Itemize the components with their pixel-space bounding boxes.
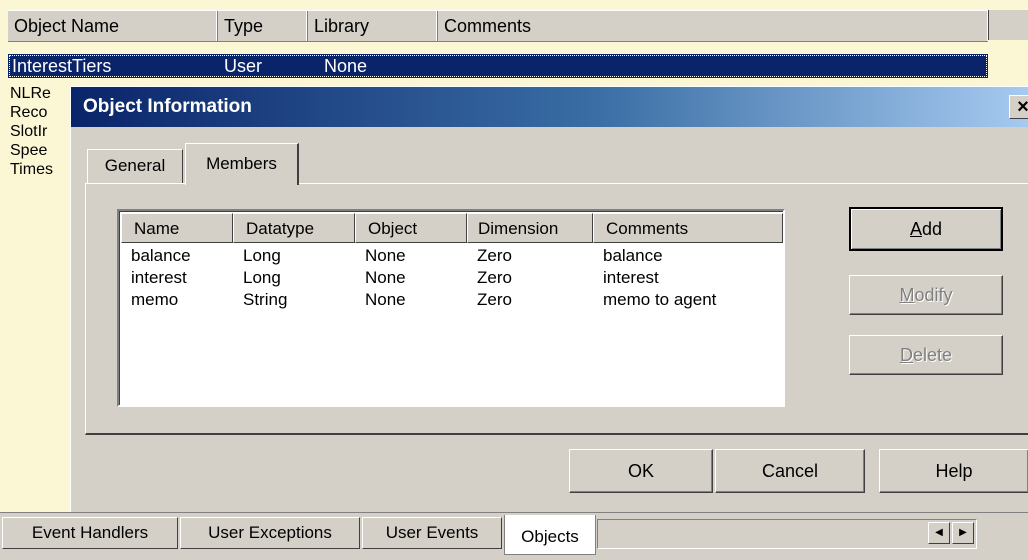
member-name: interest bbox=[131, 268, 187, 287]
members-list-rows: balance Long None Zero balance interest … bbox=[131, 245, 773, 311]
member-dimension: Zero bbox=[477, 290, 512, 309]
member-dimension: Zero bbox=[477, 246, 512, 265]
cancel-button[interactable]: Cancel bbox=[715, 449, 865, 493]
column-dimension[interactable]: Dimension bbox=[467, 213, 593, 243]
modify-button[interactable]: Modify bbox=[849, 275, 1003, 315]
list-item[interactable]: Times bbox=[10, 160, 70, 179]
table-row[interactable]: memo String None Zero memo to agent bbox=[131, 289, 773, 311]
member-datatype: Long bbox=[243, 246, 281, 265]
member-datatype: Long bbox=[243, 268, 281, 287]
selected-object-type: User bbox=[224, 56, 263, 76]
member-object: None bbox=[365, 290, 406, 309]
header-filler bbox=[988, 10, 1028, 40]
member-name: balance bbox=[131, 246, 191, 265]
tab-event-handlers[interactable]: Event Handlers bbox=[2, 517, 178, 549]
member-dimension: Zero bbox=[477, 268, 512, 287]
members-list[interactable]: Name Datatype Object Dimension Comments … bbox=[117, 209, 785, 407]
add-button[interactable]: Add bbox=[849, 207, 1003, 251]
close-icon[interactable]: × bbox=[1009, 95, 1028, 119]
members-list-header: Name Datatype Object Dimension Comments bbox=[121, 213, 783, 243]
member-object: None bbox=[365, 246, 406, 265]
list-item[interactable]: NLRe bbox=[10, 84, 70, 103]
dialog-title: Object Information bbox=[83, 96, 252, 117]
object-list-header: Object Name Type Library Comments bbox=[8, 10, 988, 42]
column-comments[interactable]: Comments bbox=[438, 11, 988, 41]
selected-object-library: None bbox=[324, 56, 368, 76]
tab-user-events[interactable]: User Events bbox=[362, 517, 502, 549]
list-item[interactable]: SlotIr bbox=[10, 122, 70, 141]
modify-accelerator: M bbox=[899, 285, 915, 305]
member-comments: memo to agent bbox=[603, 290, 717, 309]
add-accelerator: A bbox=[909, 219, 922, 239]
column-comments[interactable]: Comments bbox=[593, 213, 783, 243]
tab-general[interactable]: General bbox=[87, 149, 183, 183]
object-name-column: NLRe Reco SlotIr Spee Times bbox=[10, 84, 70, 179]
tab-user-exceptions[interactable]: User Exceptions bbox=[180, 517, 360, 549]
selected-object-row[interactable]: InterestTiers User None bbox=[8, 54, 988, 78]
ok-button[interactable]: OK bbox=[569, 449, 713, 493]
tab-members[interactable]: Members bbox=[185, 143, 299, 185]
bottom-tab-bar: Event Handlers User Exceptions User Even… bbox=[0, 512, 1028, 560]
column-datatype[interactable]: Datatype bbox=[233, 213, 355, 243]
arrow-left-icon[interactable]: ◀ bbox=[928, 522, 950, 544]
member-comments: interest bbox=[603, 268, 659, 287]
member-datatype: String bbox=[243, 290, 288, 309]
help-button[interactable]: Help bbox=[879, 449, 1028, 493]
table-row[interactable]: interest Long None Zero interest bbox=[131, 267, 773, 289]
list-item[interactable]: Reco bbox=[10, 103, 70, 122]
dialog-titlebar[interactable]: Object Information bbox=[71, 87, 1028, 127]
column-name[interactable]: Name bbox=[121, 213, 233, 243]
modify-label-post: odify bbox=[914, 285, 953, 305]
arrow-right-icon[interactable]: ▶ bbox=[952, 522, 974, 544]
column-object[interactable]: Object bbox=[355, 213, 467, 243]
delete-accelerator: D bbox=[899, 345, 913, 365]
member-name: memo bbox=[131, 290, 179, 309]
column-object-name[interactable]: Object Name bbox=[8, 11, 218, 41]
add-label-post: dd bbox=[921, 219, 943, 239]
delete-button[interactable]: Delete bbox=[849, 335, 1003, 375]
column-library[interactable]: Library bbox=[308, 11, 438, 41]
member-comments: balance bbox=[603, 246, 663, 265]
delete-label-post: elete bbox=[912, 345, 953, 365]
list-item[interactable]: Spee bbox=[10, 141, 70, 160]
column-type[interactable]: Type bbox=[218, 11, 308, 41]
tab-objects[interactable]: Objects bbox=[504, 515, 596, 555]
object-information-dialog: Object Information × General Members Nam… bbox=[70, 86, 1028, 512]
active-tab-joiner bbox=[186, 182, 296, 185]
table-row[interactable]: balance Long None Zero balance bbox=[131, 245, 773, 267]
horizontal-scrollbar[interactable]: ◀ ▶ bbox=[597, 519, 977, 549]
member-object: None bbox=[365, 268, 406, 287]
selected-object-name: InterestTiers bbox=[12, 56, 112, 76]
